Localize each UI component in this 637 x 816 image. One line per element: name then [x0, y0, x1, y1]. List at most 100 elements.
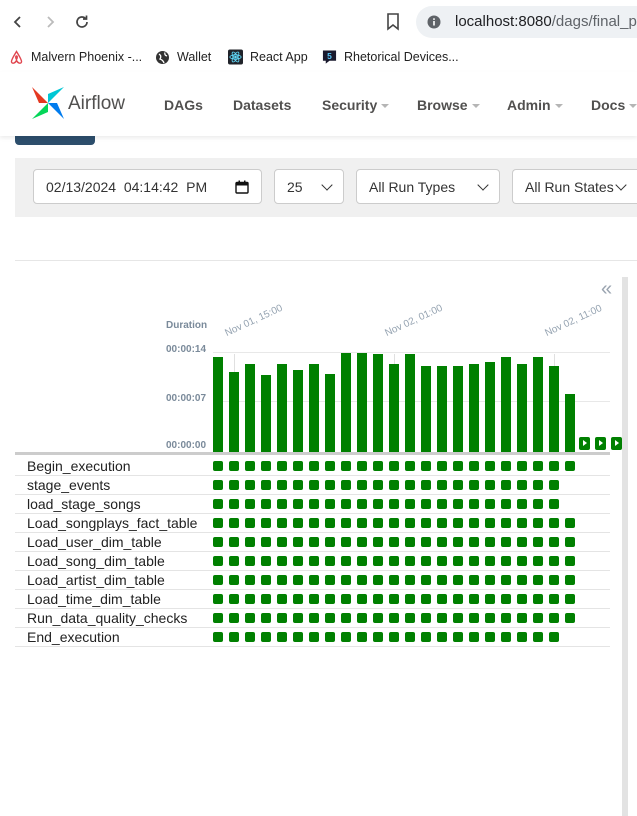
task-instance-cell[interactable]: [277, 461, 287, 471]
task-instance-cell[interactable]: [357, 556, 367, 566]
task-name[interactable]: stage_events: [27, 476, 110, 495]
task-instance-cell[interactable]: [549, 461, 559, 471]
task-instance-cell[interactable]: [421, 461, 431, 471]
task-instance-cell[interactable]: [485, 518, 495, 528]
task-instance-cell[interactable]: [421, 613, 431, 623]
task-instance-cell[interactable]: [421, 518, 431, 528]
collapse-details-icon[interactable]: «: [601, 278, 612, 301]
run-duration-bar[interactable]: [469, 364, 479, 452]
task-instance-cell[interactable]: [469, 632, 479, 642]
task-instance-cell[interactable]: [437, 575, 447, 585]
task-instance-cell[interactable]: [549, 594, 559, 604]
task-instance-cell[interactable]: [357, 499, 367, 509]
task-instance-cell[interactable]: [213, 518, 223, 528]
task-name[interactable]: Begin_execution: [27, 457, 131, 476]
task-instance-cell[interactable]: [325, 556, 335, 566]
task-instance-cell[interactable]: [501, 499, 511, 509]
task-name[interactable]: Load_songplays_fact_table: [27, 514, 197, 533]
bookmark-react-app[interactable]: React App: [228, 47, 308, 67]
run-duration-bar[interactable]: [245, 364, 255, 452]
task-instance-cell[interactable]: [421, 575, 431, 585]
task-instance-cell[interactable]: [261, 480, 271, 490]
task-instance-cell[interactable]: [357, 461, 367, 471]
task-instance-cell[interactable]: [309, 537, 319, 547]
task-instance-cell[interactable]: [229, 632, 239, 642]
task-instance-cell[interactable]: [469, 461, 479, 471]
task-instance-cell[interactable]: [421, 632, 431, 642]
run-duration-bar[interactable]: [437, 366, 447, 452]
task-instance-cell[interactable]: [517, 461, 527, 471]
task-instance-cell[interactable]: [277, 575, 287, 585]
task-instance-cell[interactable]: [565, 537, 575, 547]
task-instance-cell[interactable]: [309, 632, 319, 642]
run-duration-bar[interactable]: [565, 394, 575, 452]
task-instance-cell[interactable]: [277, 537, 287, 547]
task-instance-cell[interactable]: [437, 613, 447, 623]
task-instance-cell[interactable]: [245, 518, 255, 528]
task-instance-cell[interactable]: [533, 575, 543, 585]
task-instance-cell[interactable]: [341, 556, 351, 566]
task-instance-cell[interactable]: [357, 594, 367, 604]
task-instance-cell[interactable]: [437, 594, 447, 604]
task-instance-cell[interactable]: [485, 632, 495, 642]
task-instance-cell[interactable]: [485, 556, 495, 566]
task-instance-cell[interactable]: [245, 537, 255, 547]
run-state-select[interactable]: All Run States: [512, 169, 637, 204]
task-instance-cell[interactable]: [229, 575, 239, 585]
task-instance-cell[interactable]: [501, 556, 511, 566]
task-instance-cell[interactable]: [453, 594, 463, 604]
nav-datasets[interactable]: Datasets: [233, 97, 291, 113]
task-instance-cell[interactable]: [453, 613, 463, 623]
task-instance-cell[interactable]: [549, 499, 559, 509]
task-instance-cell[interactable]: [341, 613, 351, 623]
task-instance-cell[interactable]: [245, 461, 255, 471]
task-instance-cell[interactable]: [325, 632, 335, 642]
run-duration-bar[interactable]: [293, 370, 303, 452]
task-instance-cell[interactable]: [277, 499, 287, 509]
task-instance-cell[interactable]: [549, 575, 559, 585]
task-instance-cell[interactable]: [485, 613, 495, 623]
panel-resize-handle[interactable]: [622, 277, 628, 816]
task-instance-cell[interactable]: [229, 613, 239, 623]
task-instance-cell[interactable]: [277, 518, 287, 528]
task-instance-cell[interactable]: [565, 594, 575, 604]
task-instance-cell[interactable]: [565, 613, 575, 623]
task-instance-cell[interactable]: [357, 632, 367, 642]
task-instance-cell[interactable]: [453, 499, 463, 509]
task-instance-cell[interactable]: [261, 537, 271, 547]
task-instance-cell[interactable]: [293, 461, 303, 471]
task-instance-cell[interactable]: [325, 480, 335, 490]
task-instance-cell[interactable]: [261, 499, 271, 509]
task-instance-cell[interactable]: [357, 613, 367, 623]
task-instance-cell[interactable]: [229, 499, 239, 509]
task-instance-cell[interactable]: [229, 537, 239, 547]
action-button-partial[interactable]: [15, 136, 95, 145]
task-instance-cell[interactable]: [373, 499, 383, 509]
task-instance-cell[interactable]: [421, 499, 431, 509]
task-instance-cell[interactable]: [485, 575, 495, 585]
task-instance-cell[interactable]: [293, 613, 303, 623]
calendar-icon[interactable]: [235, 180, 249, 194]
airflow-logo-icon[interactable]: [29, 84, 67, 127]
task-instance-cell[interactable]: [261, 575, 271, 585]
task-instance-cell[interactable]: [517, 480, 527, 490]
task-instance-cell[interactable]: [405, 480, 415, 490]
task-instance-cell[interactable]: [373, 594, 383, 604]
task-instance-cell[interactable]: [293, 480, 303, 490]
task-instance-cell[interactable]: [261, 518, 271, 528]
task-instance-cell[interactable]: [325, 575, 335, 585]
bookmark-wallet[interactable]: Wallet: [155, 47, 211, 67]
task-instance-cell[interactable]: [261, 613, 271, 623]
task-instance-cell[interactable]: [565, 575, 575, 585]
num-runs-select[interactable]: 25: [274, 169, 344, 204]
task-instance-cell[interactable]: [245, 480, 255, 490]
task-instance-cell[interactable]: [501, 480, 511, 490]
task-instance-cell[interactable]: [293, 499, 303, 509]
task-instance-cell[interactable]: [277, 556, 287, 566]
run-duration-bar[interactable]: [325, 374, 335, 452]
task-instance-cell[interactable]: [357, 480, 367, 490]
task-instance-cell[interactable]: [309, 613, 319, 623]
run-duration-bar[interactable]: [517, 364, 527, 452]
task-instance-cell[interactable]: [533, 632, 543, 642]
task-instance-cell[interactable]: [277, 613, 287, 623]
